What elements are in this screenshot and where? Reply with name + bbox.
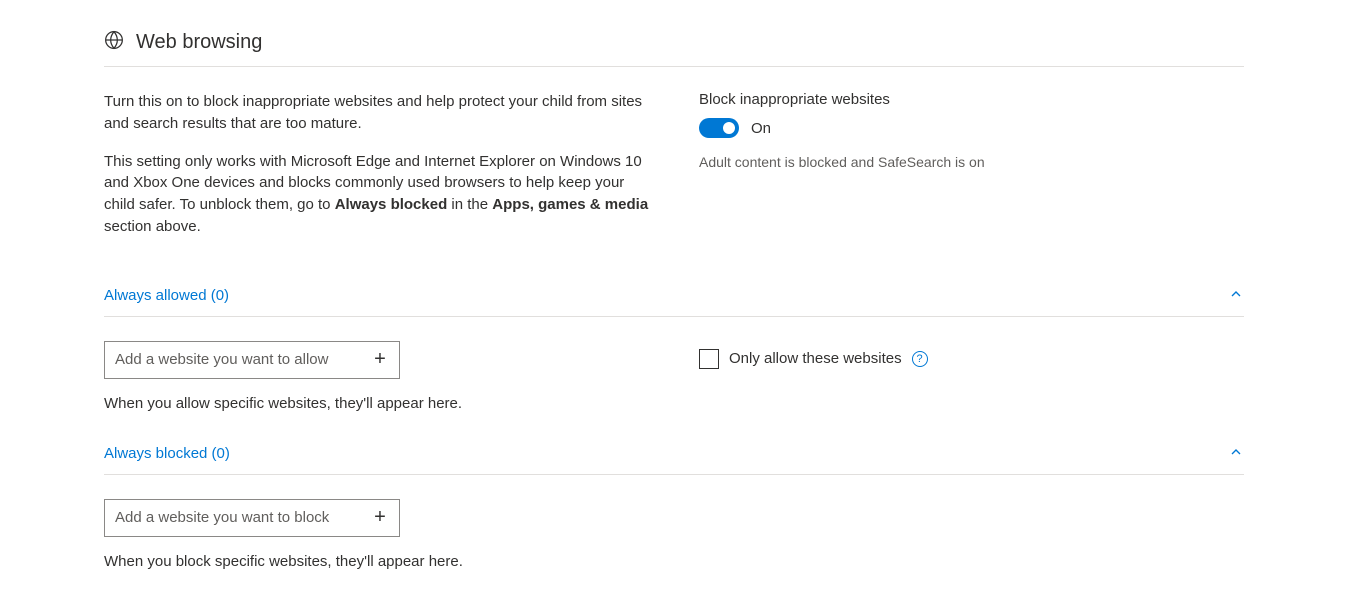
block-add-button[interactable]: +: [361, 500, 399, 536]
intro-paragraph-2: This setting only works with Microsoft E…: [104, 151, 659, 238]
intro-row: Turn this on to block inappropriate webs…: [104, 91, 1244, 254]
globe-icon: [104, 30, 124, 54]
only-allow-checkbox[interactable]: [699, 349, 719, 369]
chevron-up-icon[interactable]: [1228, 444, 1244, 464]
toggle-label: Block inappropriate websites: [699, 91, 1244, 108]
chevron-up-icon[interactable]: [1228, 286, 1244, 306]
allowed-hint: When you allow specific websites, they'l…: [104, 395, 659, 412]
allowed-right: Only allow these websites ?: [699, 341, 1244, 412]
always-allowed-header[interactable]: Always allowed (0): [104, 286, 1244, 317]
allowed-left: + When you allow specific websites, they…: [104, 341, 659, 412]
only-allow-row: Only allow these websites ?: [699, 341, 1244, 369]
intro-right: Block inappropriate websites On Adult co…: [699, 91, 1244, 254]
toggle-row: On: [699, 118, 1244, 138]
blocked-hint: When you block specific websites, they'l…: [104, 553, 659, 570]
allow-add-button[interactable]: +: [361, 342, 399, 378]
allow-website-input[interactable]: [105, 342, 361, 378]
p2-mid: in the: [447, 196, 492, 213]
plus-icon: +: [374, 506, 386, 529]
block-input-group: +: [104, 499, 400, 537]
block-website-input[interactable]: [105, 500, 361, 536]
section-header: Web browsing: [104, 30, 1244, 67]
p2-bold2: Apps, games & media: [492, 196, 648, 213]
p2-suffix: section above.: [104, 218, 201, 235]
always-blocked-header[interactable]: Always blocked (0): [104, 444, 1244, 475]
always-blocked-body: + When you block specific websites, they…: [104, 499, 1244, 570]
always-blocked-title[interactable]: Always blocked (0): [104, 445, 230, 462]
always-allowed-body: + When you allow specific websites, they…: [104, 341, 1244, 412]
intro-left: Turn this on to block inappropriate webs…: [104, 91, 659, 254]
section-title: Web browsing: [136, 31, 262, 54]
plus-icon: +: [374, 348, 386, 371]
allow-input-group: +: [104, 341, 400, 379]
help-icon[interactable]: ?: [912, 351, 928, 367]
toggle-knob: [723, 122, 735, 134]
toggle-status: Adult content is blocked and SafeSearch …: [699, 154, 1244, 170]
toggle-state: On: [751, 120, 771, 137]
intro-paragraph-1: Turn this on to block inappropriate webs…: [104, 91, 659, 135]
only-allow-label: Only allow these websites: [729, 350, 902, 367]
blocked-left: + When you block specific websites, they…: [104, 499, 659, 570]
p2-bold1: Always blocked: [335, 196, 448, 213]
always-allowed-title[interactable]: Always allowed (0): [104, 287, 229, 304]
block-toggle[interactable]: [699, 118, 739, 138]
